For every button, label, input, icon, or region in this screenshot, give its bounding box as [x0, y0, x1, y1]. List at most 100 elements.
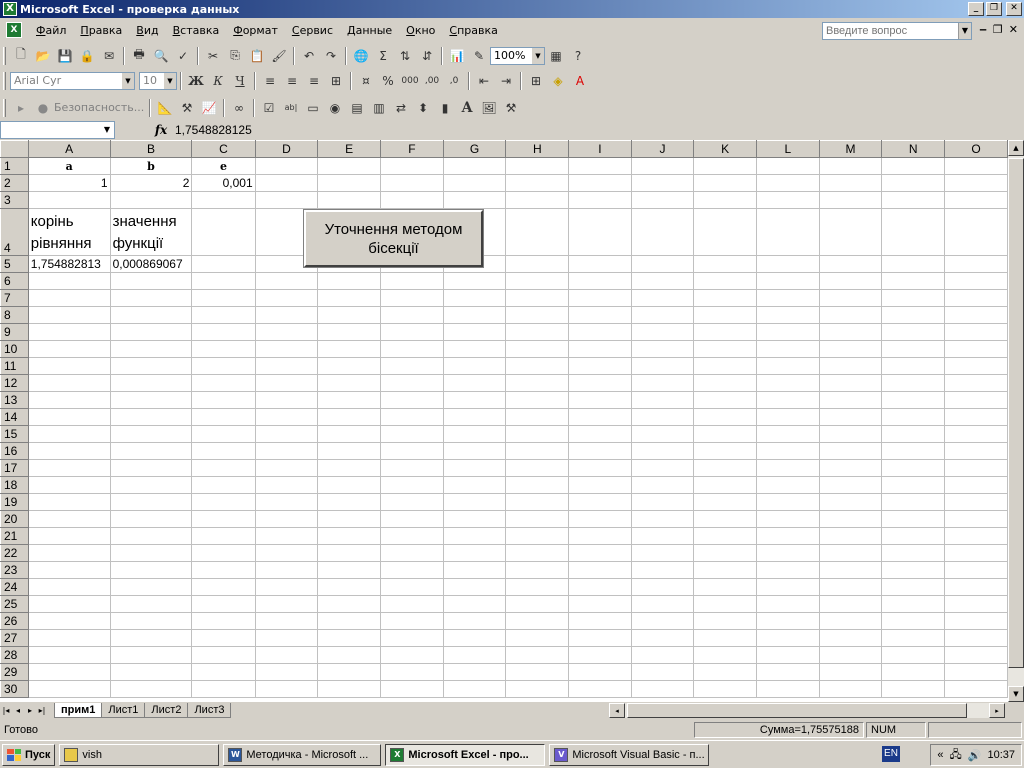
cell[interactable]: [693, 612, 758, 630]
cell[interactable]: [630, 629, 695, 647]
cell[interactable]: [630, 408, 695, 426]
horizontal-scroll-thumb[interactable]: [627, 703, 967, 718]
cell[interactable]: [944, 340, 1008, 358]
cell[interactable]: [568, 191, 632, 209]
cell[interactable]: [505, 340, 570, 358]
cell[interactable]: [505, 442, 570, 460]
select-all-corner[interactable]: [0, 140, 29, 158]
cell[interactable]: [254, 459, 319, 477]
workbook-minimize-button[interactable]: ‒: [979, 23, 987, 36]
currency-icon[interactable]: ¤: [355, 71, 377, 91]
row-header[interactable]: 11: [0, 357, 29, 375]
cell[interactable]: 1: [27, 174, 111, 192]
cell[interactable]: [693, 527, 758, 545]
cell[interactable]: [818, 646, 883, 664]
cell[interactable]: [568, 323, 632, 341]
cell[interactable]: [756, 391, 820, 409]
merge-center-icon[interactable]: ⊞: [325, 71, 347, 91]
spin-control-icon[interactable]: ⬍: [412, 98, 434, 118]
cell[interactable]: [881, 408, 946, 426]
cell[interactable]: [442, 306, 507, 324]
close-button[interactable]: ✕: [1006, 2, 1022, 16]
cell[interactable]: [756, 357, 820, 375]
toolbar-options-icon[interactable]: ▦: [545, 46, 567, 66]
cell[interactable]: [630, 340, 695, 358]
cell[interactable]: [818, 340, 883, 358]
cell[interactable]: [27, 340, 111, 358]
cell[interactable]: [505, 425, 570, 443]
scroll-down-icon[interactable]: ▼: [1008, 686, 1024, 702]
cell[interactable]: [756, 527, 820, 545]
cell[interactable]: [818, 578, 883, 596]
row-header[interactable]: 23: [0, 561, 29, 579]
cell[interactable]: [756, 476, 820, 494]
cell[interactable]: [191, 374, 256, 392]
cell[interactable]: [109, 595, 193, 613]
cell[interactable]: [317, 663, 382, 681]
cell[interactable]: [944, 208, 1008, 256]
combobox-control-icon[interactable]: ▥: [368, 98, 390, 118]
cell[interactable]: [317, 442, 382, 460]
column-header[interactable]: D: [254, 140, 319, 158]
cell[interactable]: [191, 306, 256, 324]
workbook-restore-button[interactable]: ❐: [993, 23, 1003, 36]
cell[interactable]: [693, 544, 758, 562]
cell[interactable]: [818, 595, 883, 613]
cell[interactable]: [191, 629, 256, 647]
cell[interactable]: [756, 510, 820, 528]
cell[interactable]: [27, 595, 111, 613]
cell[interactable]: [505, 646, 570, 664]
cell[interactable]: [568, 374, 632, 392]
cell[interactable]: [254, 561, 319, 579]
name-box[interactable]: ▼: [0, 121, 115, 139]
cell[interactable]: [27, 493, 111, 511]
row-header[interactable]: 21: [0, 527, 29, 545]
cell[interactable]: [109, 323, 193, 341]
cell[interactable]: [568, 255, 632, 273]
cell[interactable]: [881, 578, 946, 596]
link-icon[interactable]: ∞: [228, 98, 250, 118]
cell[interactable]: [442, 629, 507, 647]
row-header[interactable]: 28: [0, 646, 29, 664]
column-header[interactable]: M: [818, 140, 883, 158]
cell[interactable]: [881, 612, 946, 630]
cell[interactable]: [442, 680, 507, 698]
cell[interactable]: [191, 459, 256, 477]
row-header[interactable]: 25: [0, 595, 29, 613]
cell[interactable]: [109, 272, 193, 290]
cut-icon[interactable]: ✂: [202, 46, 224, 66]
align-left-icon[interactable]: ≡: [259, 71, 281, 91]
cell[interactable]: [568, 612, 632, 630]
cell[interactable]: [27, 578, 111, 596]
cell[interactable]: [380, 272, 444, 290]
row-header[interactable]: 17: [0, 459, 29, 477]
cell[interactable]: [442, 391, 507, 409]
cell[interactable]: [380, 493, 444, 511]
cell[interactable]: [693, 340, 758, 358]
cell[interactable]: [756, 595, 820, 613]
cell[interactable]: [568, 510, 632, 528]
cell[interactable]: [109, 306, 193, 324]
cell[interactable]: [944, 425, 1008, 443]
cell[interactable]: [505, 663, 570, 681]
increase-decimal-icon[interactable]: ,00: [421, 71, 443, 91]
toolbar-grip[interactable]: [3, 46, 6, 65]
cell[interactable]: [693, 289, 758, 307]
cell[interactable]: [442, 442, 507, 460]
toolbar-grip[interactable]: [3, 98, 6, 117]
cell[interactable]: [317, 374, 382, 392]
cell[interactable]: [756, 157, 820, 175]
paste-icon[interactable]: 📋: [246, 46, 268, 66]
cell[interactable]: [568, 544, 632, 562]
cell[interactable]: [442, 289, 507, 307]
copy-icon[interactable]: ⎘: [224, 46, 246, 66]
cell[interactable]: [505, 289, 570, 307]
align-right-icon[interactable]: ≡: [303, 71, 325, 91]
save-icon[interactable]: 💾: [54, 46, 76, 66]
cell[interactable]: [317, 157, 382, 175]
row-header[interactable]: 2: [0, 174, 29, 192]
cell[interactable]: [27, 629, 111, 647]
cell[interactable]: [944, 612, 1008, 630]
cell[interactable]: [27, 374, 111, 392]
cell[interactable]: [630, 174, 695, 192]
